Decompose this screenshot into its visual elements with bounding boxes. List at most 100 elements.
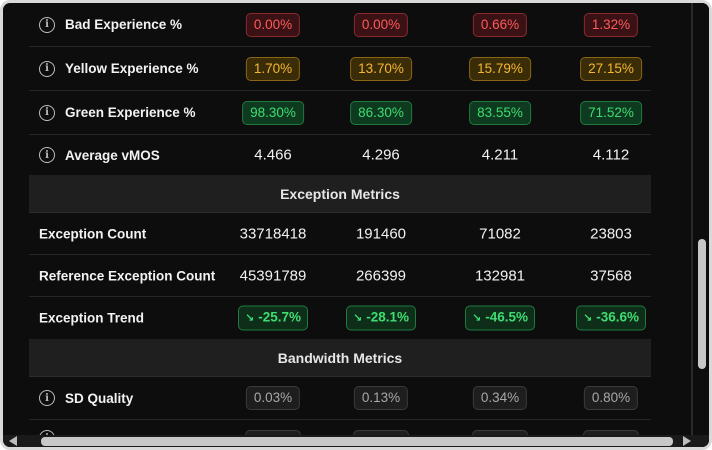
value-pill: 0.03% [245, 386, 301, 410]
row-label-text: Exception Trend [39, 310, 145, 326]
table-row-sd-quality: i SD Quality 0.03% 0.13% 0.34% 0.80% [29, 377, 651, 420]
value-cell: ↘ -46.5% [465, 305, 535, 331]
value-cell: 86.30% [350, 100, 412, 125]
trend-badge: ↘ -28.1% [346, 305, 416, 331]
value-cell: 0.66% [472, 12, 528, 37]
table-row-average-vmos: i Average vMOS 4.466 4.296 4.211 4.112 [29, 135, 651, 175]
scroll-right-icon[interactable] [683, 436, 691, 446]
value-cell: 0.00% [353, 12, 409, 37]
vertical-scrollbar-track[interactable] [695, 3, 709, 435]
trend-value: -36.6% [596, 309, 639, 325]
value-pill: 0.00% [245, 12, 301, 37]
section-title: Exception Metrics [280, 185, 400, 202]
row-label-text: Reference Exception Count [39, 268, 216, 283]
value-pill: 15.79% [469, 56, 531, 81]
value-cell: 27.15% [580, 56, 642, 81]
scrollbar-corner [695, 435, 709, 447]
value-pill: 83.55% [469, 100, 531, 125]
value-cell: 191460 [355, 225, 407, 242]
value-pill: 0.66% [472, 12, 528, 37]
vertical-scrollbar-thumb[interactable] [698, 239, 706, 369]
info-icon[interactable]: i [39, 60, 55, 77]
value-cell: ↘ -36.6% [576, 305, 646, 331]
table-row-yellow-experience: i Yellow Experience % 1.70% 13.70% 15.79… [29, 47, 651, 91]
value-cell: 0.00% [245, 12, 301, 37]
row-label-text: Exception Count [39, 226, 147, 241]
trend-down-icon: ↘ [583, 312, 593, 325]
trend-down-icon: ↘ [353, 312, 363, 325]
value-cell: ↘ -25.7% [238, 305, 308, 331]
info-icon[interactable]: i [39, 147, 55, 163]
table-row-green-experience: i Green Experience % 98.30% 86.30% 83.55… [29, 91, 651, 135]
value-cell: 4.466 [254, 146, 292, 164]
row-label: i Average vMOS [39, 147, 160, 163]
metrics-window: i Bad Experience % 0.00% 0.00% 0.66% 1.3… [0, 0, 712, 450]
value-cell: 0.03% [245, 386, 301, 410]
row-label-text: SD Quality [65, 390, 134, 406]
value-pill: 98.30% [242, 100, 304, 125]
section-header-bandwidth: Bandwidth Metrics [29, 339, 651, 377]
table-row-exception-count: Exception Count 33718418 191460 71082 23… [29, 213, 651, 255]
value-cell: 0.34% [472, 386, 528, 410]
value-cell: 1.70% [245, 56, 301, 81]
row-label-text: Green Experience % [65, 105, 196, 120]
value-cell: 23803 [590, 225, 632, 242]
value-cell: 4.112 [592, 146, 630, 164]
value-cell: 15.79% [469, 56, 531, 81]
value-cell: 4.296 [362, 146, 400, 164]
value-cell: 45391789 [239, 267, 307, 284]
value-cell: 98.30% [242, 100, 304, 125]
value-cell: ↘ -28.1% [346, 305, 416, 331]
trend-down-icon: ↘ [472, 312, 482, 325]
horizontal-scrollbar-thumb[interactable] [41, 437, 673, 446]
info-icon[interactable]: i [39, 104, 55, 121]
value-pill: 0.00% [353, 12, 409, 37]
info-icon[interactable]: i [39, 390, 55, 406]
value-cell: 33718418 [239, 225, 307, 242]
trend-down-icon: ↘ [245, 312, 255, 325]
trend-badge: ↘ -46.5% [465, 305, 535, 331]
value-cell: 71.52% [580, 100, 642, 125]
value-pill: 13.70% [350, 56, 412, 81]
row-label: Exception Count [39, 226, 146, 241]
value-cell: 83.55% [469, 100, 531, 125]
row-label: Exception Trend [39, 311, 144, 326]
row-label: i Bad Experience % [39, 16, 183, 33]
value-pill: 0.13% [353, 386, 409, 410]
section-header-exception: Exception Metrics [29, 175, 651, 213]
table-row-partial: i [29, 420, 651, 436]
value-pill: 27.15% [580, 56, 642, 81]
trend-value: -25.7% [258, 309, 301, 325]
value-cell: 1.32% [583, 12, 639, 37]
row-label: i Yellow Experience % [39, 60, 199, 77]
row-label-text: Average vMOS [65, 147, 160, 163]
value-cell: 0.80% [583, 386, 639, 410]
value-cell: 132981 [474, 267, 526, 284]
scroll-left-icon[interactable] [9, 436, 17, 446]
metrics-table: i Bad Experience % 0.00% 0.00% 0.66% 1.3… [29, 3, 651, 436]
value-cell: 4.211 [481, 146, 519, 164]
value-pill: 71.52% [580, 100, 642, 125]
trend-badge: ↘ -36.6% [576, 305, 646, 331]
value-pill: 1.70% [245, 56, 301, 81]
table-row-exception-trend: Exception Trend ↘ -25.7% ↘ -28.1% ↘ -46.5% … [29, 297, 651, 339]
value-pill: 0.80% [583, 386, 639, 410]
info-icon[interactable]: i [39, 16, 55, 33]
value-cell: 13.70% [350, 56, 412, 81]
value-cell: 266399 [355, 267, 407, 284]
trend-value: -46.5% [485, 309, 528, 325]
table-row-bad-experience: i Bad Experience % 0.00% 0.00% 0.66% 1.3… [29, 3, 651, 47]
vertical-divider [691, 3, 693, 435]
trend-badge: ↘ -25.7% [238, 305, 308, 331]
row-label-text: Yellow Experience % [65, 61, 199, 76]
value-pill: 86.30% [350, 100, 412, 125]
row-label: Reference Exception Count [39, 268, 215, 283]
trend-value: -28.1% [366, 309, 409, 325]
table-row-reference-exception-count: Reference Exception Count 45391789 26639… [29, 255, 651, 297]
section-title: Bandwidth Metrics [277, 349, 403, 366]
value-cell: 71082 [479, 225, 521, 242]
row-label-text: Bad Experience % [65, 17, 183, 32]
value-cell: 0.13% [353, 386, 409, 410]
value-pill: 1.32% [583, 12, 639, 37]
value-pill: 0.34% [472, 386, 528, 410]
